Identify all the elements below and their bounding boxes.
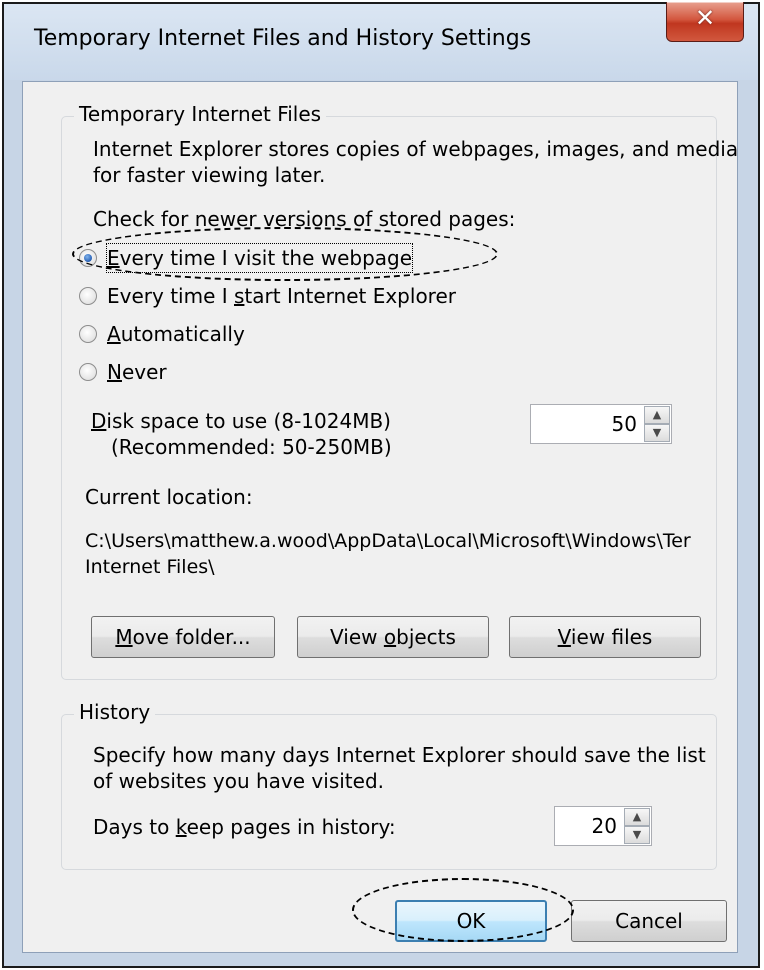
disk-space-value[interactable]: 50 bbox=[612, 412, 637, 436]
radio-automatically-label[interactable]: Automatically bbox=[107, 320, 245, 348]
temporary-internet-files-group: Temporary Internet Files bbox=[61, 102, 717, 680]
disk-space-recommended: (Recommended: 50-250MB) bbox=[111, 435, 392, 459]
history-description-line1: Specify how many days Internet Explorer … bbox=[93, 743, 706, 767]
radio-automatically-button[interactable] bbox=[79, 325, 97, 343]
title-bar[interactable]: Temporary Internet Files and History Set… bbox=[4, 2, 758, 80]
disk-space-label: Disk space to use (8-1024MB) bbox=[91, 409, 391, 433]
history-group-title: History bbox=[74, 700, 156, 724]
ok-button[interactable]: OK bbox=[395, 900, 547, 942]
close-button[interactable]: ✕ bbox=[666, 2, 744, 42]
spin-down-arrow-icon[interactable]: ▼ bbox=[644, 424, 670, 442]
radio-every-start-button[interactable] bbox=[79, 287, 97, 305]
days-to-keep-value[interactable]: 20 bbox=[592, 814, 617, 838]
view-objects-button[interactable]: View objects bbox=[297, 616, 489, 658]
dialog-client-area: Temporary Internet Files Internet Explor… bbox=[22, 81, 738, 953]
disk-space-spinner[interactable]: 50 ▲ ▼ bbox=[530, 404, 672, 444]
radio-never-button[interactable] bbox=[79, 363, 97, 381]
radio-every-start-label[interactable]: Every time I start Internet Explorer bbox=[107, 282, 456, 310]
radio-every-visit-label[interactable]: Every time I visit the webpage bbox=[105, 243, 414, 273]
spin-up-arrow-icon[interactable]: ▲ bbox=[624, 808, 650, 826]
radio-never-label[interactable]: Never bbox=[107, 358, 167, 386]
move-folder-button[interactable]: Move folder... bbox=[91, 616, 275, 658]
days-spin-buttons: ▲ ▼ bbox=[624, 808, 650, 844]
temporary-internet-files-group-title: Temporary Internet Files bbox=[74, 102, 327, 126]
view-files-button[interactable]: View files bbox=[509, 616, 701, 658]
days-to-keep-label: Days to keep pages in history: bbox=[93, 815, 396, 839]
dialog-window: Temporary Internet Files and History Set… bbox=[2, 2, 760, 968]
spin-down-arrow-icon[interactable]: ▼ bbox=[624, 826, 650, 844]
tif-description-line2: for faster viewing later. bbox=[93, 163, 326, 187]
current-location-label: Current location: bbox=[85, 485, 253, 509]
disk-space-spin-buttons: ▲ ▼ bbox=[644, 406, 670, 442]
dialog-title: Temporary Internet Files and History Set… bbox=[34, 26, 532, 51]
check-newer-versions-label: Check for newer versions of stored pages… bbox=[93, 207, 516, 231]
tif-description-line1: Internet Explorer stores copies of webpa… bbox=[93, 137, 739, 161]
current-location-path-line2: Internet Files\ bbox=[85, 556, 215, 578]
close-icon: ✕ bbox=[694, 4, 716, 32]
cancel-button[interactable]: Cancel bbox=[571, 900, 727, 942]
days-to-keep-spinner[interactable]: 20 ▲ ▼ bbox=[554, 806, 652, 846]
radio-every-visit-button[interactable] bbox=[79, 249, 97, 267]
current-location-path-line1: C:\Users\matthew.a.wood\AppData\Local\Mi… bbox=[85, 530, 691, 552]
spin-up-arrow-icon[interactable]: ▲ bbox=[644, 406, 670, 424]
history-description-line2: of websites you have visited. bbox=[93, 769, 384, 793]
